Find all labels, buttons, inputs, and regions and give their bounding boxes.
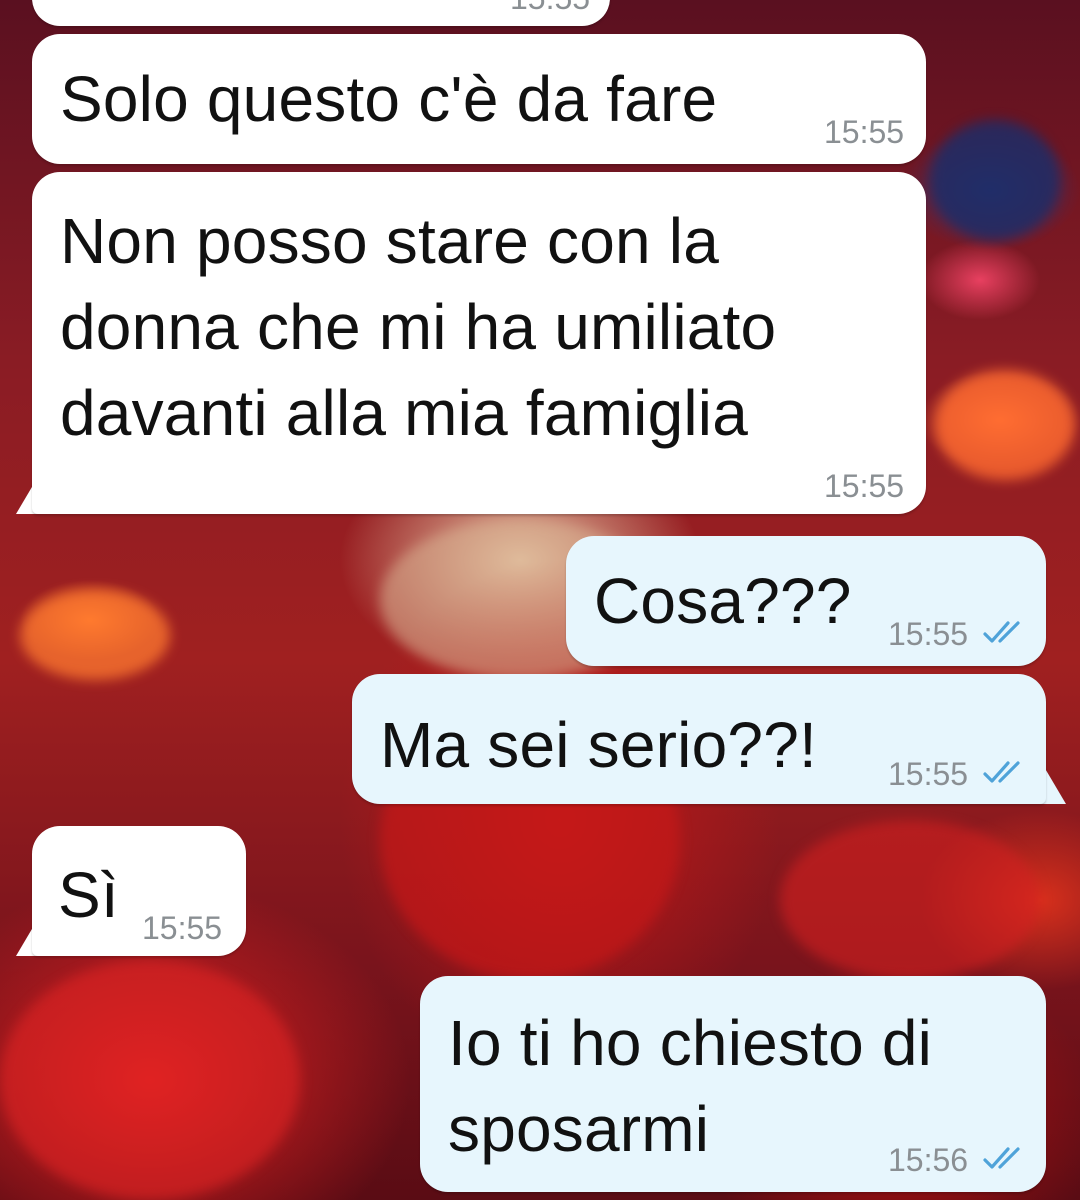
message-timestamp: 15:55	[824, 114, 905, 150]
wallpaper-lantern	[930, 120, 1060, 240]
message-text: Io ti ho chiesto di sposarmi	[448, 1007, 933, 1165]
wallpaper-lantern	[20, 590, 170, 680]
message-bubble-incoming[interactable]: Solo questo c'è da fare 15:55	[32, 34, 926, 164]
double-check-icon	[983, 1147, 1020, 1169]
message-bubble-outgoing[interactable]: Ma sei serio??! 15:55	[352, 674, 1046, 804]
message-text: Ma sei serio??!	[380, 709, 817, 781]
message-timestamp: 15:55	[510, 0, 590, 16]
double-check-icon	[983, 621, 1020, 643]
message-timestamp: 15:55	[142, 910, 223, 946]
wallpaper-lantern	[935, 370, 1075, 480]
message-bubble-incoming[interactable]: Sì 15:55	[32, 826, 246, 956]
message-timestamp: 15:55	[888, 756, 969, 792]
message-timestamp: 15:56	[888, 1142, 969, 1178]
message-text: Solo questo c'è da fare	[60, 63, 718, 135]
message-bubble-incoming[interactable]: Non posso stare con la donna che mi ha u…	[32, 172, 926, 514]
message-bubble-incoming[interactable]: 15:55	[32, 0, 610, 26]
message-timestamp: 15:55	[824, 468, 905, 504]
wallpaper-lantern	[780, 820, 1040, 980]
message-bubble-outgoing[interactable]: Cosa??? 15:55	[566, 536, 1046, 666]
wallpaper-lantern	[0, 960, 300, 1200]
message-timestamp: 15:55	[888, 616, 969, 652]
message-text: Cosa???	[594, 565, 852, 637]
double-check-icon	[983, 761, 1020, 783]
message-bubble-outgoing[interactable]: Io ti ho chiesto di sposarmi 15:56	[420, 976, 1046, 1192]
message-text: Non posso stare con la donna che mi ha u…	[60, 205, 777, 449]
message-text: Sì	[58, 859, 119, 931]
